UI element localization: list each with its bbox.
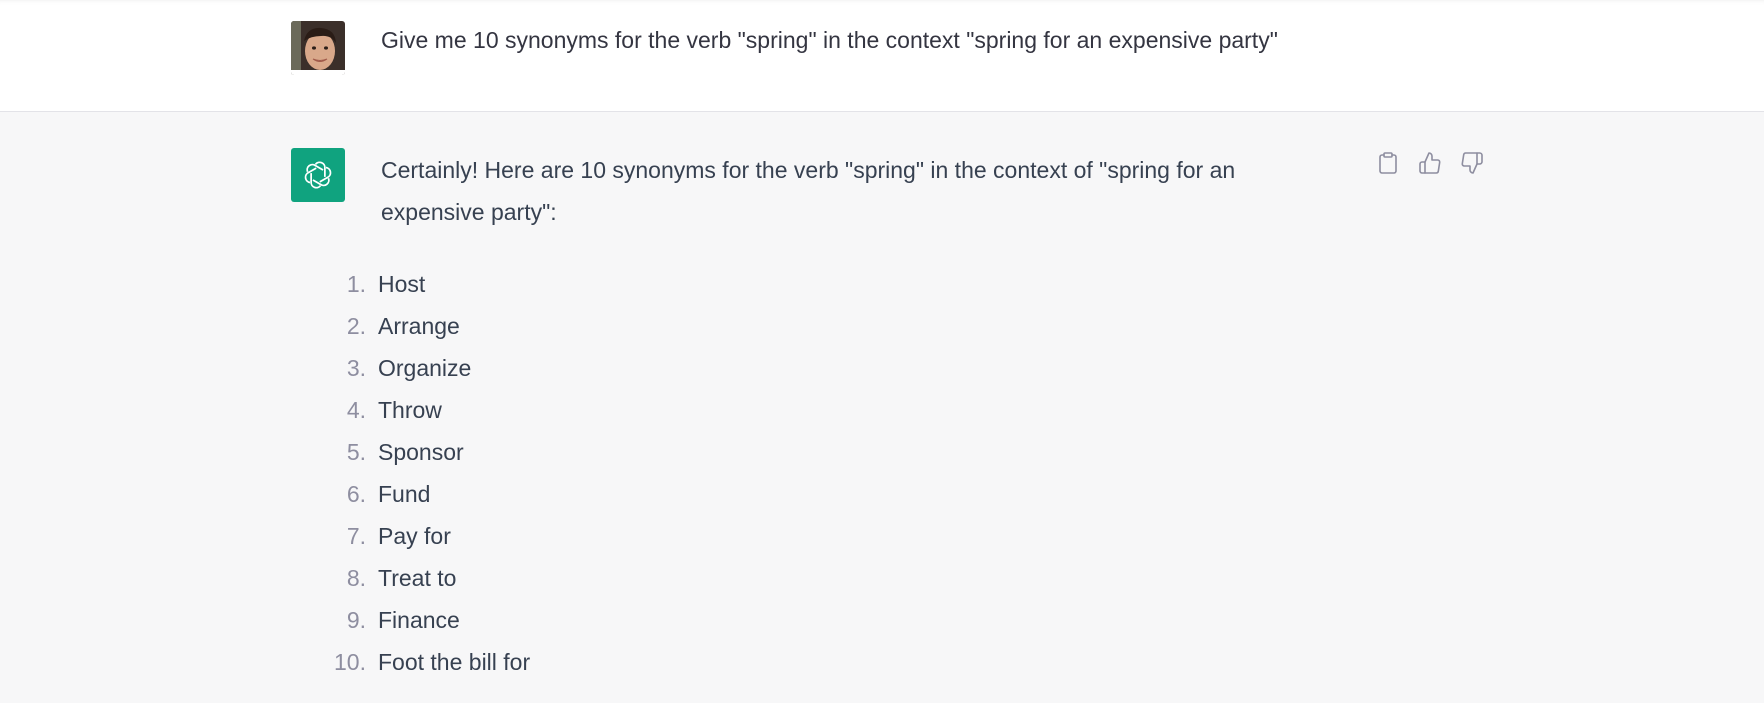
list-number: 3. bbox=[346, 355, 366, 381]
user-message-text: Give me 10 synonyms for the verb "spring… bbox=[381, 27, 1278, 53]
list-item: 4. Throw bbox=[330, 389, 530, 431]
copy-button[interactable] bbox=[1375, 150, 1401, 176]
list-item: 3. Organize bbox=[330, 347, 530, 389]
list-item: 6. Fund bbox=[330, 473, 530, 515]
user-avatar-photo-icon bbox=[291, 21, 345, 75]
list-number: 10. bbox=[334, 649, 366, 675]
chat-page: Give me 10 synonyms for the verb "spring… bbox=[0, 0, 1764, 703]
list-item-text: Pay for bbox=[378, 523, 451, 549]
clipboard-icon bbox=[1379, 152, 1397, 174]
list-item: 10. Foot the bill for bbox=[330, 641, 530, 683]
list-item-text: Finance bbox=[378, 607, 460, 633]
thumbs-up-icon bbox=[1419, 152, 1441, 174]
list-item-text: Treat to bbox=[378, 565, 457, 591]
user-avatar bbox=[291, 21, 345, 75]
assistant-intro-text: Certainly! Here are 10 synonyms for the … bbox=[381, 157, 1236, 225]
list-number: 2. bbox=[346, 313, 366, 339]
list-item-text: Fund bbox=[378, 481, 431, 507]
list-number: 6. bbox=[346, 481, 366, 507]
list-item-text: Host bbox=[378, 271, 426, 297]
synonym-list: 1. Host 2. Arrange 3. Organize 4. Throw 5. Sp… bbox=[330, 263, 530, 683]
openai-logo-icon bbox=[304, 161, 332, 189]
list-item-text: Foot the bill for bbox=[378, 649, 531, 675]
assistant-avatar bbox=[291, 148, 345, 202]
list-number: 9. bbox=[346, 607, 366, 633]
list-number: 5. bbox=[346, 439, 366, 465]
assistant-message-row: Certainly! Here are 10 synonyms for the … bbox=[0, 112, 1764, 703]
list-item-text: Arrange bbox=[378, 313, 460, 339]
list-item: 7. Pay for bbox=[330, 515, 530, 557]
thumbs-up-button[interactable] bbox=[1417, 150, 1443, 176]
list-number: 1. bbox=[346, 271, 366, 297]
message-actions bbox=[1375, 150, 1485, 176]
list-item-text: Throw bbox=[378, 397, 442, 423]
list-item: 2. Arrange bbox=[330, 305, 530, 347]
thumbs-down-button[interactable] bbox=[1459, 150, 1485, 176]
list-item-text: Organize bbox=[378, 355, 472, 381]
user-message-row: Give me 10 synonyms for the verb "spring… bbox=[0, 0, 1764, 112]
list-item: 9. Finance bbox=[330, 599, 530, 641]
list-item: 8. Treat to bbox=[330, 557, 530, 599]
list-number: 7. bbox=[346, 523, 366, 549]
list-number: 8. bbox=[346, 565, 366, 591]
list-item-text: Sponsor bbox=[378, 439, 464, 465]
list-item: 1. Host bbox=[330, 263, 530, 305]
list-number: 4. bbox=[346, 397, 366, 423]
list-item: 5. Sponsor bbox=[330, 431, 530, 473]
thumbs-down-icon bbox=[1461, 152, 1483, 174]
